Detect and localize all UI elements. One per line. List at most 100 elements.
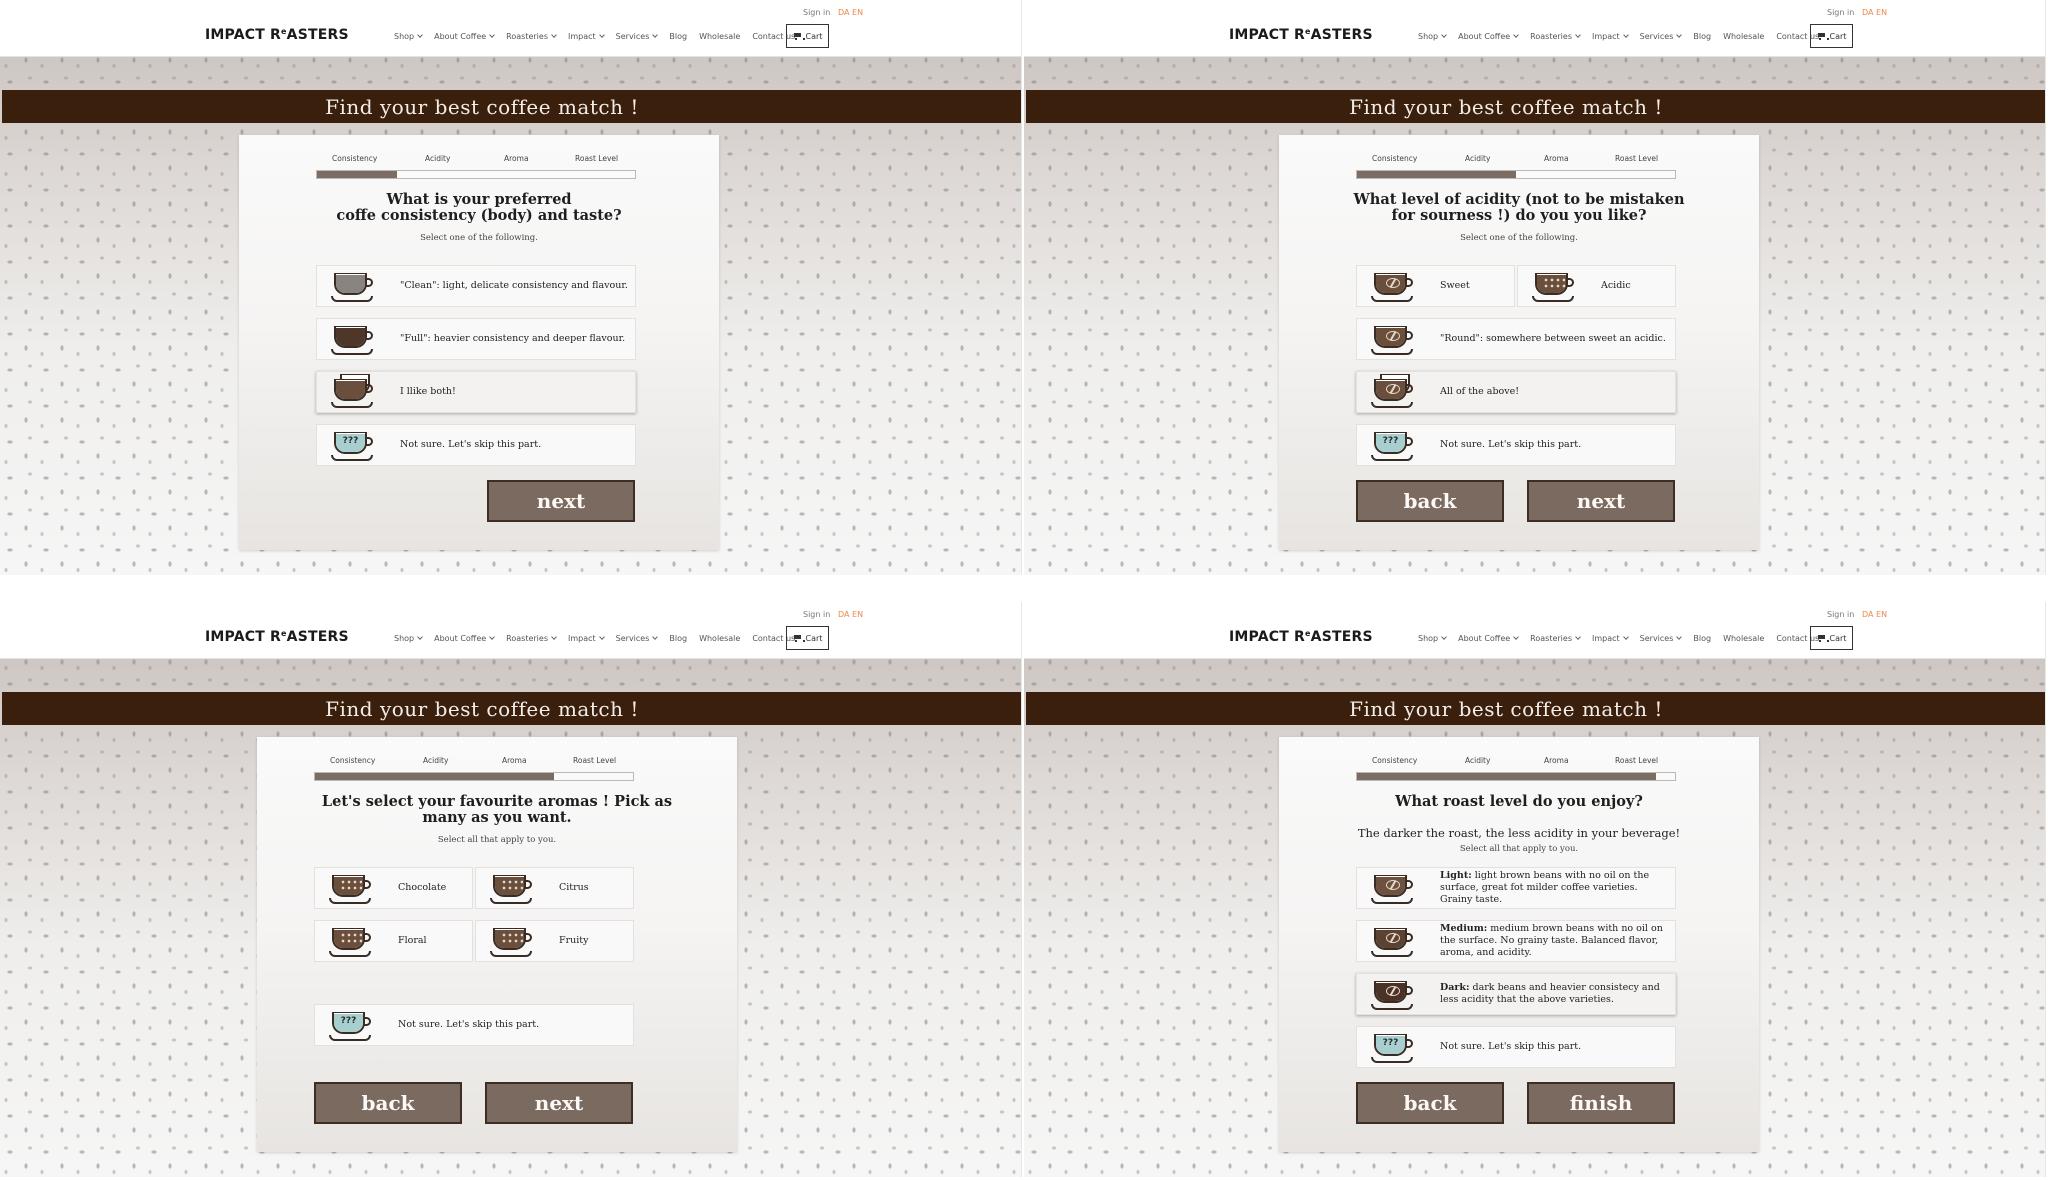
step-roast-level: Roast Level (1615, 154, 1659, 163)
next-button[interactable]: next (1527, 480, 1675, 522)
site-logo[interactable]: IMPACT ReASTERS (1229, 629, 1373, 645)
site-logo[interactable]: IMPACT ReASTERS (205, 27, 349, 43)
progress-fill (315, 773, 554, 780)
nav-item-blog[interactable]: Blog (1693, 634, 1711, 643)
step-roast-level: Roast Level (575, 154, 619, 163)
quiz-screen-roast-level: IMPACT ReASTERS Shop About Coffee Roasterie… (1024, 602, 2046, 1177)
answer-option[interactable]: "Clean": light, delicate consistency and… (316, 265, 636, 307)
chevron-down-icon (1575, 634, 1581, 640)
nav-item-impact[interactable]: Impact (568, 32, 605, 41)
answer-option[interactable]: Light: light brown beans with no oil on … (1356, 867, 1676, 909)
answer-option[interactable]: Dark: dark beans and heavier consistecy … (1356, 973, 1676, 1015)
main-nav: Shop About Coffee Roasteries Impact Services… (394, 634, 795, 643)
chevron-down-icon (551, 634, 557, 640)
nav-item-about-coffee[interactable]: About Coffee (1458, 32, 1519, 41)
back-button[interactable]: back (314, 1082, 462, 1124)
step-consistency: Consistency (332, 154, 378, 163)
back-button[interactable]: back (1356, 1082, 1504, 1124)
sign-in-link[interactable]: Sign in (803, 610, 830, 619)
language-switcher[interactable]: DA EN (838, 8, 863, 17)
answer-option[interactable]: ??? Not sure. Let's skip this part. (316, 424, 636, 466)
nav-item-shop[interactable]: Shop (1418, 634, 1447, 643)
cart-button[interactable]: Cart (786, 626, 829, 650)
nav-item-shop[interactable]: Shop (1418, 32, 1447, 41)
language-switcher[interactable]: DA EN (1862, 610, 1887, 619)
nav-item-shop[interactable]: Shop (394, 634, 423, 643)
sign-in-link[interactable]: Sign in (1827, 610, 1854, 619)
nav-item-blog[interactable]: Blog (1693, 32, 1711, 41)
answer-option[interactable]: Fruity (475, 920, 634, 962)
cart-button[interactable]: Cart (786, 24, 829, 48)
answer-option[interactable]: Medium: medium brown beans with no oil o… (1356, 920, 1676, 962)
answer-option[interactable]: Citrus (475, 867, 634, 909)
answer-option[interactable]: ??? Not sure. Let's skip this part. (1356, 424, 1676, 466)
step-acidity: Acidity (425, 154, 451, 163)
answer-option-text: I llike both! (400, 386, 631, 398)
nav-item-blog[interactable]: Blog (669, 634, 687, 643)
language-switcher[interactable]: DA EN (1862, 8, 1887, 17)
nav-item-wholesale[interactable]: Wholesale (1723, 634, 1764, 643)
nav-item-impact[interactable]: Impact (1592, 634, 1629, 643)
next-button[interactable]: next (485, 1082, 633, 1124)
answer-option[interactable]: ??? Not sure. Let's skip this part. (1356, 1026, 1676, 1068)
quiz-banner: Find your best coffee match ! (1026, 90, 2045, 123)
nav-label: Shop (394, 32, 415, 41)
answer-option-text: Medium: medium brown beans with no oil o… (1440, 923, 1671, 959)
nav-item-services[interactable]: Services (1639, 634, 1683, 643)
logo-text: IMPACT R (205, 629, 282, 645)
nav-label: Services (1639, 32, 1674, 41)
finish-button[interactable]: finish (1527, 1082, 1675, 1124)
nav-item-services[interactable]: Services (1639, 32, 1683, 41)
step-acidity: Acidity (1465, 154, 1491, 163)
back-button[interactable]: back (1356, 480, 1504, 522)
nav-item-roasteries[interactable]: Roasteries (506, 32, 557, 41)
answer-option[interactable]: Sweet (1356, 265, 1515, 307)
nav-item-wholesale[interactable]: Wholesale (699, 32, 740, 41)
nav-item-about-coffee[interactable]: About Coffee (434, 634, 495, 643)
nav-item-roasteries[interactable]: Roasteries (506, 634, 557, 643)
cart-button[interactable]: Cart (1810, 626, 1853, 650)
sweet-cup-icon (1371, 271, 1417, 305)
answer-option[interactable]: ??? Not sure. Let's skip this part. (314, 1004, 634, 1046)
answer-option[interactable]: "Round": somewhere between sweet an acid… (1356, 318, 1676, 360)
answer-option-text: Not sure. Let's skip this part. (1440, 1041, 1671, 1053)
step-aroma: Aroma (502, 756, 527, 765)
site-logo[interactable]: IMPACT ReASTERS (1229, 27, 1373, 43)
language-switcher[interactable]: DA EN (838, 610, 863, 619)
nav-label: About Coffee (1458, 32, 1511, 41)
answer-option[interactable]: Acidic (1517, 265, 1676, 307)
nav-item-impact[interactable]: Impact (568, 634, 605, 643)
nav-item-about-coffee[interactable]: About Coffee (434, 32, 495, 41)
answer-option[interactable]: I llike both! (316, 371, 636, 413)
cart-label: Cart (805, 31, 823, 41)
logo-text-rest: ASTERS (286, 629, 349, 645)
nav-label: Services (1639, 634, 1674, 643)
cart-button[interactable]: Cart (1810, 24, 1853, 48)
answer-option-text: Acidic (1601, 280, 1671, 292)
option-label-bold: Medium: (1440, 923, 1488, 934)
nav-item-about-coffee[interactable]: About Coffee (1458, 634, 1519, 643)
option-label: Floral (398, 935, 427, 946)
next-button[interactable]: next (487, 480, 635, 522)
top-bar: IMPACT ReASTERS Shop About Coffee Roasterie… (0, 602, 1021, 659)
option-label-bold: Light: (1440, 870, 1472, 881)
nav-item-services[interactable]: Services (616, 634, 659, 643)
chevron-down-icon (417, 634, 423, 640)
answer-option[interactable]: Floral (314, 920, 473, 962)
nav-item-roasteries[interactable]: Roasteries (1530, 634, 1581, 643)
answer-option[interactable]: All of the above! (1356, 371, 1676, 413)
site-logo[interactable]: IMPACT ReASTERS (205, 629, 349, 645)
nav-item-roasteries[interactable]: Roasteries (1530, 32, 1581, 41)
nav-item-services[interactable]: Services (616, 32, 659, 41)
nav-item-wholesale[interactable]: Wholesale (1723, 32, 1764, 41)
nav-item-wholesale[interactable]: Wholesale (699, 634, 740, 643)
step-acidity: Acidity (423, 756, 449, 765)
nav-item-blog[interactable]: Blog (669, 32, 687, 41)
answer-option[interactable]: "Full": heavier consistency and deeper f… (316, 318, 636, 360)
answer-option[interactable]: Chocolate (314, 867, 473, 909)
sign-in-link[interactable]: Sign in (803, 8, 830, 17)
nav-item-impact[interactable]: Impact (1592, 32, 1629, 41)
nav-item-shop[interactable]: Shop (394, 32, 423, 41)
chevron-down-icon (551, 32, 557, 38)
sign-in-link[interactable]: Sign in (1827, 8, 1854, 17)
